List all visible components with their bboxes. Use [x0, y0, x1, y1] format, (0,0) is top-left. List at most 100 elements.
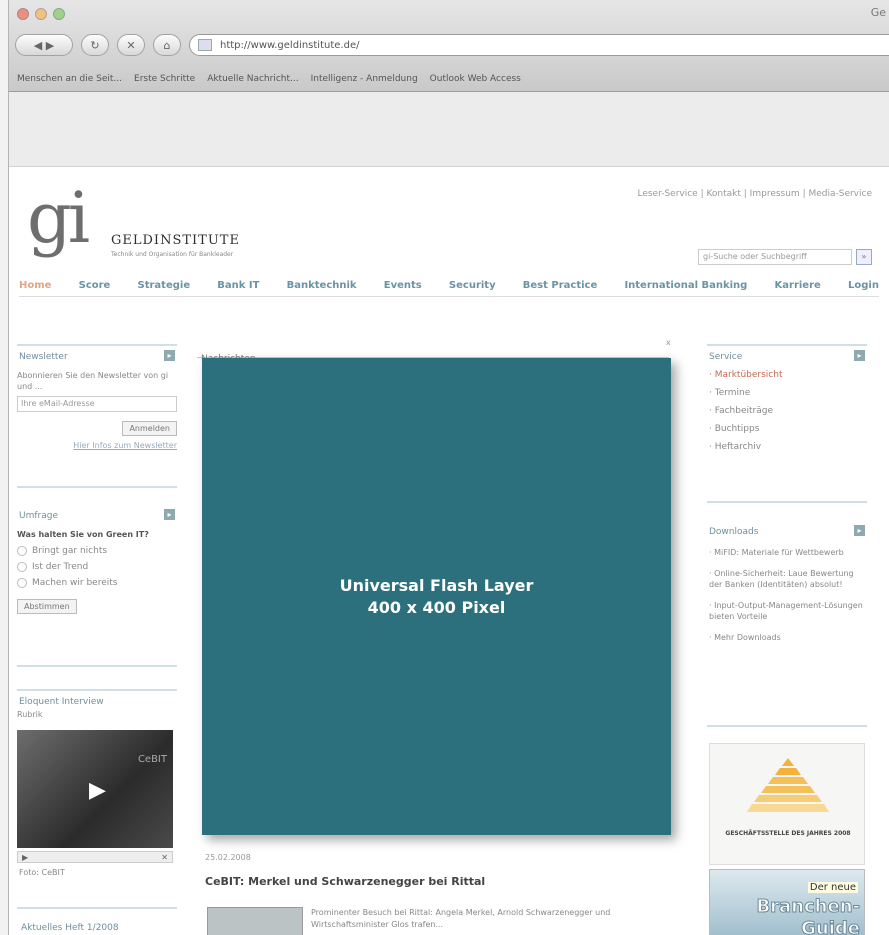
news-teaser: Prominenter Besuch bei Rittal: Angela Me…	[311, 908, 611, 929]
browser-window: Ge ◀ ▶ ↻ ✕ ⌂ http://www.geldinstitute.de…	[8, 0, 889, 935]
newsletter-box: Newsletter ▸ Abonnieren Sie den Newslett…	[17, 344, 177, 484]
flash-layer-overlay[interactable]: Universal Flash Layer 400 x 400 Pixel	[202, 358, 671, 835]
poll-option-label: Bringt gar nichts	[32, 546, 108, 556]
bookmark-item[interactable]: Intelligenz - Anmeldung	[311, 74, 418, 84]
nav-item[interactable]: Bank IT	[217, 280, 259, 291]
service-item[interactable]: · Fachbeiträge	[709, 406, 867, 416]
minimize-window-button[interactable]	[35, 8, 47, 20]
service-item[interactable]: · Marktübersicht	[709, 370, 867, 380]
center-header-line	[197, 350, 669, 358]
poll-option[interactable]: Machen wir bereits	[17, 578, 177, 588]
nav-item[interactable]: Strategie	[138, 280, 191, 291]
poll-question: Was halten Sie von Green IT?	[17, 530, 149, 539]
home-icon[interactable]: ⌂	[153, 34, 181, 56]
flash-layer-title: Universal Flash Layer	[339, 575, 534, 595]
bookmark-item[interactable]: Erste Schritte	[134, 74, 195, 84]
service-item[interactable]: · Heftarchiv	[709, 442, 867, 452]
radio-icon[interactable]	[17, 562, 27, 572]
divider	[707, 501, 867, 503]
back-forward-button[interactable]: ◀ ▶	[15, 34, 73, 56]
ad2-line1: Der neue	[807, 882, 858, 893]
bookmark-item[interactable]: Aktuelle Nachricht...	[207, 74, 298, 84]
service-item[interactable]: · Termine	[709, 388, 867, 398]
advertisement-geschaeftsstelle[interactable]: GESCHÄFTSSTELLE DES JAHRES 2008	[709, 743, 865, 865]
news-date: 25.02.2008	[205, 853, 251, 862]
service-title: Service	[709, 352, 743, 362]
search-button[interactable]: »	[856, 249, 872, 265]
ad2-line3: Guide	[801, 918, 861, 935]
bookmarks-bar: Menschen an die Seit... Erste Schritte A…	[17, 74, 521, 84]
main-navigation: Home Score Strategie Bank IT Banktechnik…	[19, 275, 879, 297]
service-item[interactable]: · Buchtipps	[709, 424, 867, 434]
site-favicon-icon	[198, 39, 212, 51]
poll-title: Umfrage	[19, 511, 58, 521]
zoom-window-button[interactable]	[53, 8, 65, 20]
poll-option[interactable]: Bringt gar nichts	[17, 546, 177, 556]
newsletter-info-link[interactable]: Hier Infos zum Newsletter	[17, 440, 177, 451]
radio-icon[interactable]	[17, 546, 27, 556]
service-icon: ▸	[854, 350, 865, 361]
nav-item[interactable]: Banktechnik	[287, 280, 357, 291]
divider	[17, 907, 177, 909]
bookmark-item[interactable]: Menschen an die Seit...	[17, 74, 122, 84]
website: gi GELDINSTITUTE Technik und Organisatio…	[9, 167, 889, 935]
issue-title: Aktuelles Heft 1/2008	[21, 923, 119, 933]
download-item[interactable]: · Input-Output-Management-Lösungen biete…	[709, 600, 867, 622]
divider	[17, 486, 177, 488]
nav-item-home[interactable]: Home	[19, 280, 51, 291]
nav-item[interactable]: Score	[79, 280, 111, 291]
play-icon[interactable]: ▶	[89, 778, 106, 803]
site-name: GELDINSTITUTE	[111, 233, 240, 248]
vote-button[interactable]: Abstimmen	[17, 599, 77, 614]
advertisement-branchen-guide[interactable]: Der neue Branchen- Guide	[709, 869, 865, 935]
email-field[interactable]: Ihre eMail-Adresse	[17, 396, 177, 412]
download-item[interactable]: · Online-Sicherheit: Laue Bewertung der …	[709, 568, 867, 590]
service-links[interactable]: Leser-Service | Kontakt | Impressum | Me…	[637, 189, 872, 199]
url-text: http://www.geldinstitute.de/	[220, 39, 360, 51]
newsletter-text: Abonnieren Sie den Newsletter von gi und…	[17, 371, 169, 391]
video-caption: CeBIT	[137, 754, 167, 765]
address-bar[interactable]: http://www.geldinstitute.de/	[189, 34, 889, 56]
play-small-icon[interactable]: ▶	[22, 853, 28, 862]
subscribe-button[interactable]: Anmelden	[122, 421, 177, 436]
bookmark-item[interactable]: Outlook Web Access	[430, 74, 521, 84]
top-banner-area	[9, 92, 889, 167]
nav-item-login[interactable]: Login	[848, 280, 879, 291]
downloads-icon: ▸	[854, 525, 865, 536]
interview-title: Eloquent Interview	[19, 697, 104, 707]
reload-icon[interactable]: ↻	[81, 34, 109, 56]
service-box: Service ▸ · Marktübersicht · Termine · F…	[707, 344, 867, 484]
mute-icon[interactable]: ✕	[161, 853, 168, 862]
newsletter-icon: ▸	[164, 350, 175, 361]
nav-item[interactable]: Security	[449, 280, 496, 291]
poll-option-label: Ist der Trend	[32, 562, 89, 572]
navigation-row: ◀ ▶ ↻ ✕ ⌂ http://www.geldinstitute.de/	[15, 32, 889, 58]
poll-icon: ▸	[164, 509, 175, 520]
newsletter-title: Newsletter	[19, 352, 68, 362]
interview-box: Eloquent Interview Rubrik	[17, 689, 177, 729]
nav-item[interactable]: Events	[384, 280, 422, 291]
nav-item[interactable]: Best Practice	[523, 280, 597, 291]
video-controls[interactable]: ▶ ✕	[17, 851, 173, 863]
downloads-box: Downloads ▸ · MiFID: Materiale für Wettb…	[707, 521, 867, 721]
poll-box: Umfrage ▸ Was halten Sie von Green IT? B…	[17, 505, 177, 655]
window-controls	[17, 8, 65, 20]
download-item[interactable]: · MiFID: Materiale für Wettbewerb	[709, 547, 867, 558]
poll-option-label: Machen wir bereits	[32, 578, 118, 588]
close-window-button[interactable]	[17, 8, 29, 20]
window-title: Ge	[870, 6, 886, 19]
download-item[interactable]: · Mehr Downloads	[709, 632, 867, 643]
ad2-line2: Branchen-	[756, 896, 861, 918]
nav-item[interactable]: Karriere	[775, 280, 821, 291]
news-thumbnail[interactable]	[207, 907, 303, 935]
video-player[interactable]: CeBIT ▶	[17, 730, 173, 848]
site-logo[interactable]: gi	[27, 183, 90, 253]
poll-option[interactable]: Ist der Trend	[17, 562, 177, 572]
browser-toolbar: Ge ◀ ▶ ↻ ✕ ⌂ http://www.geldinstitute.de…	[9, 0, 889, 92]
nav-item[interactable]: International Banking	[624, 280, 747, 291]
stop-icon[interactable]: ✕	[117, 34, 145, 56]
news-title[interactable]: CeBIT: Merkel und Schwarzenegger bei Rit…	[205, 875, 485, 888]
search-input[interactable]: gi-Suche oder Suchbegriff	[698, 249, 852, 265]
close-layer-icon[interactable]: x	[666, 338, 671, 347]
radio-icon[interactable]	[17, 578, 27, 588]
